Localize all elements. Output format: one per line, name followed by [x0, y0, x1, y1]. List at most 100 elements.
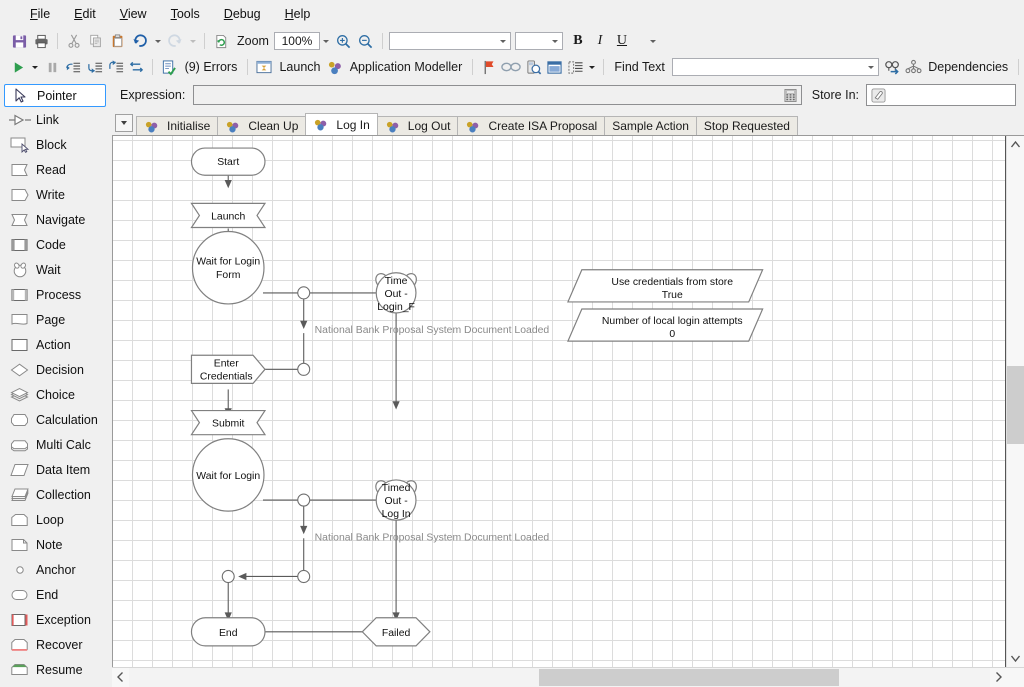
node-data-item-login-attempts[interactable]: Number of local login attempts 0	[567, 308, 764, 342]
menu-item-tools[interactable]: Tools	[159, 3, 212, 25]
node-failed[interactable]: Failed	[361, 617, 431, 647]
palette-item-action[interactable]: Action	[0, 332, 112, 357]
palette-item-collection[interactable]: Collection	[0, 482, 112, 507]
scroll-down-arrow[interactable]	[1007, 650, 1024, 667]
node-end[interactable]: End	[190, 617, 266, 647]
menu-item-edit[interactable]: Edit	[62, 3, 108, 25]
node-enter-credentials[interactable]: Enter Credentials	[190, 354, 266, 385]
print-icon[interactable]	[30, 30, 52, 52]
palette-item-note[interactable]: Note	[0, 532, 112, 557]
eraser-icon[interactable]	[870, 87, 887, 104]
palette-item-block[interactable]: Block	[0, 132, 112, 157]
horizontal-scroll-track[interactable]	[129, 668, 990, 687]
anchor-point[interactable]	[297, 286, 311, 300]
zoom-out-icon[interactable]	[355, 30, 377, 52]
launch-label[interactable]: Launch	[274, 60, 325, 74]
reset-icon[interactable]	[126, 56, 147, 78]
step-out-icon[interactable]	[105, 56, 126, 78]
horizontal-scroll-thumb[interactable]	[539, 669, 839, 686]
redo-dropdown[interactable]	[186, 30, 199, 52]
application-modeller-icon[interactable]	[325, 56, 344, 78]
refresh-page-icon[interactable]	[210, 30, 232, 52]
find-text-input[interactable]	[671, 58, 879, 76]
underline-button[interactable]: U	[611, 30, 633, 52]
palette-item-navigate[interactable]: Navigate	[0, 207, 112, 232]
chevron-down-icon[interactable]	[115, 114, 133, 132]
breakpoint-flag-icon[interactable]	[478, 56, 499, 78]
palette-item-pointer[interactable]: Pointer	[4, 84, 106, 107]
italic-button[interactable]: I	[589, 30, 611, 52]
step-icon[interactable]	[63, 56, 84, 78]
palette-item-end[interactable]: End	[0, 582, 112, 607]
palette-item-wait[interactable]: Wait	[0, 257, 112, 282]
paste-icon[interactable]	[107, 30, 129, 52]
dependencies-label[interactable]: Dependencies	[923, 60, 1013, 74]
dependencies-icon[interactable]	[904, 56, 923, 78]
tab-clean-up[interactable]: Clean Up	[217, 116, 307, 135]
anchor-point[interactable]	[297, 569, 311, 584]
zoom-in-icon[interactable]	[333, 30, 355, 52]
palette-item-page[interactable]: Page	[0, 307, 112, 332]
palette-item-decision[interactable]: Decision	[0, 357, 112, 382]
anchor-point[interactable]	[297, 493, 311, 507]
errors-label[interactable]: (9) Errors	[180, 60, 243, 74]
store-in-input[interactable]	[866, 84, 1016, 106]
node-submit[interactable]: Submit	[190, 409, 267, 436]
palette-item-write[interactable]: Write	[0, 182, 112, 207]
palette-item-link[interactable]: Link	[0, 107, 112, 132]
scroll-left-arrow[interactable]	[112, 668, 129, 685]
layout-dropdown[interactable]	[586, 56, 599, 78]
copy-icon[interactable]	[85, 30, 107, 52]
palette-item-choice[interactable]: Choice	[0, 382, 112, 407]
layout-list-icon[interactable]	[565, 56, 586, 78]
palette-item-loop[interactable]: Loop	[0, 507, 112, 532]
pause-icon[interactable]	[42, 56, 63, 78]
palette-item-resume[interactable]: Resume	[0, 657, 112, 682]
scroll-up-arrow[interactable]	[1007, 136, 1024, 153]
zoom-dropdown[interactable]	[320, 30, 333, 52]
node-wait-for-login[interactable]: Wait for Login	[191, 438, 265, 512]
palette-item-read[interactable]: Read	[0, 157, 112, 182]
application-modeller-label[interactable]: Application Modeller	[345, 60, 468, 74]
font-size-combo[interactable]	[514, 32, 563, 50]
bold-button[interactable]: B	[567, 30, 589, 52]
menu-item-view[interactable]: View	[108, 3, 159, 25]
font-family-combo[interactable]	[388, 32, 511, 50]
run-dropdown[interactable]	[29, 56, 42, 78]
calculator-icon[interactable]	[783, 87, 799, 103]
validate-icon[interactable]	[158, 56, 179, 78]
palette-item-code[interactable]: Code	[0, 232, 112, 257]
undo-dropdown[interactable]	[151, 30, 164, 52]
menu-item-file[interactable]: FFileile	[18, 3, 62, 25]
layout-panel-icon[interactable]	[544, 56, 565, 78]
launch-icon[interactable]	[253, 56, 274, 78]
tab-create-isa-proposal[interactable]: Create ISA Proposal	[457, 116, 606, 135]
palette-item-anchor[interactable]: Anchor	[0, 557, 112, 582]
inspect-icon[interactable]	[522, 56, 543, 78]
node-time-out-login-f[interactable]: Time Out - Login_F	[373, 271, 419, 314]
tab-sample-action[interactable]: Sample Action	[604, 116, 697, 135]
palette-item-multi-calc[interactable]: Multi Calc	[0, 432, 112, 457]
vertical-scroll-thumb[interactable]	[1007, 366, 1024, 444]
node-wait-for-login-form[interactable]: Wait for Login Form	[191, 230, 265, 305]
cut-icon[interactable]	[63, 30, 85, 52]
redo-icon[interactable]	[164, 30, 186, 52]
process-diagram-canvas[interactable]: Start Launch Wait for Login Form Time Ou…	[112, 136, 1006, 667]
node-data-item-use-credentials[interactable]: Use credentials from store True	[567, 269, 764, 303]
vertical-scrollbar[interactable]	[1006, 136, 1024, 667]
find-next-icon[interactable]	[883, 56, 904, 78]
chain-icon[interactable]	[499, 56, 522, 78]
font-more-dropdown[interactable]	[647, 30, 660, 52]
zoom-value[interactable]: 100%	[273, 32, 320, 50]
tab-initialise[interactable]: Initialise	[136, 116, 219, 135]
node-timed-out-log-in[interactable]: Timed Out - Log In	[373, 478, 419, 521]
tab-log-in[interactable]: Log In	[305, 113, 378, 135]
expression-input[interactable]	[193, 85, 802, 105]
node-launch[interactable]: Launch	[190, 202, 267, 229]
save-icon[interactable]	[8, 30, 30, 52]
palette-item-calculation[interactable]: Calculation	[0, 407, 112, 432]
anchor-point[interactable]	[297, 362, 311, 376]
undo-icon[interactable]	[129, 30, 151, 52]
anchor-point[interactable]	[221, 569, 235, 584]
step-over-icon[interactable]	[84, 56, 105, 78]
